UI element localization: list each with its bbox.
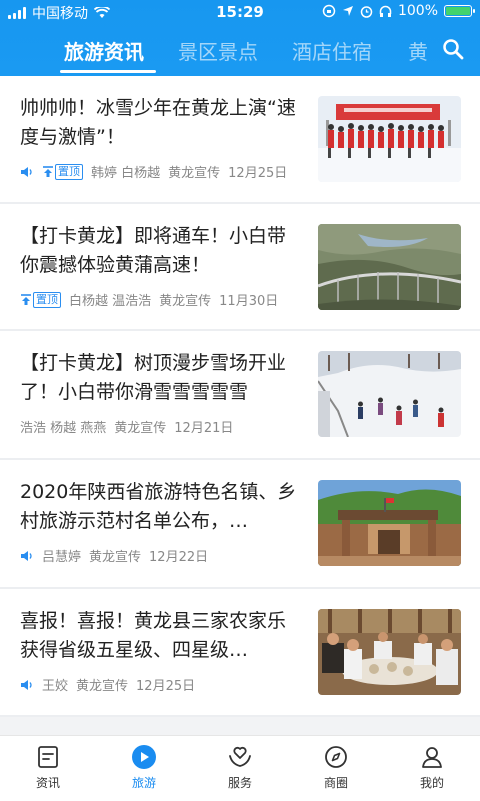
- village-gate-photo: [318, 480, 461, 566]
- article-authors: 韩婷 白杨越: [91, 166, 161, 181]
- bottom-nav: 资讯 旅游 服务 商圈 我的: [0, 735, 480, 801]
- pinned-badge: 置顶: [42, 163, 83, 180]
- nav-business-label: 商圈: [323, 776, 348, 790]
- article-item[interactable]: 【打卡黄龙】树顶漫步雪场开业了！小白带你滑雪雪雪雪雪 浩浩 杨越 燕燕 黄龙宣传…: [0, 331, 480, 460]
- article-title: 【打卡黄龙】即将通车！小白带你震撼体验黄蒲高速！: [20, 225, 287, 276]
- nav-news-label: 资讯: [35, 776, 60, 790]
- pin-arrow-icon: [21, 293, 31, 305]
- article-item[interactable]: 【打卡黄龙】即将通车！小白带你震撼体验黄蒲高速！ 置顶 白杨越 温浩浩 黄龙宣传…: [0, 204, 480, 331]
- app-header: 中国移动 15:29 100% 旅游资讯 景区景点 酒店住宿 黄: [0, 0, 480, 76]
- article-authors: 王姣: [42, 679, 69, 694]
- category-tabs: 旅游资讯 景区景点 酒店住宿 黄: [0, 30, 480, 76]
- news-icon: [38, 746, 58, 768]
- location-icon: [342, 6, 353, 16]
- nav-mine-label: 我的: [419, 776, 444, 790]
- farmhouse-dinner-photo: [318, 609, 461, 695]
- article-source: 黄龙宣传: [89, 550, 142, 565]
- battery-icon: [444, 5, 475, 17]
- pinned-badge: 置顶: [20, 291, 61, 308]
- nav-travel-label: 旅游: [131, 776, 156, 790]
- nav-service[interactable]: 服务: [200, 744, 280, 791]
- article-item[interactable]: 喜报！喜报！黄龙县三家农家乐获得省级五星级、四星级… 王姣 黄龙宣传 12月25…: [0, 589, 480, 717]
- speaker-icon: [21, 550, 32, 561]
- active-tab-indicator: [60, 70, 156, 73]
- nav-news[interactable]: 资讯: [8, 744, 88, 791]
- article-date: 12月21日: [174, 421, 234, 436]
- speaker-icon: [21, 166, 32, 177]
- article-title: 帅帅帅！冰雪少年在黄龙上演“速度与激情”！: [20, 97, 296, 148]
- article-authors: 吕慧婷: [42, 550, 82, 565]
- pinned-label: 置顶: [33, 291, 61, 308]
- snow-race-photo: [318, 96, 461, 182]
- article-list: 帅帅帅！冰雪少年在黄龙上演“速度与激情”！ 置顶 韩婷 白杨越 黄龙宣传 12月…: [0, 76, 480, 717]
- article-date: 12月25日: [136, 679, 196, 694]
- article-authors: 白杨越 温浩浩: [69, 294, 152, 309]
- heart-hands-icon: [229, 746, 251, 767]
- article-meta: 置顶 白杨越 温浩浩 黄龙宣传 11月30日: [20, 290, 278, 309]
- article-meta: 浩浩 杨越 燕燕 黄龙宣传 12月21日: [20, 417, 233, 436]
- battery-percent: 100%: [397, 3, 438, 19]
- article-source: 黄龙宣传: [159, 294, 212, 309]
- article-meta: 置顶 韩婷 白杨越 黄龙宣传 12月25日: [20, 162, 287, 181]
- article-title: 【打卡黄龙】树顶漫步雪场开业了！小白带你滑雪雪雪雪雪: [20, 352, 287, 403]
- article-authors: 浩浩 杨越 燕燕: [20, 421, 107, 436]
- article-source: 黄龙宣传: [114, 421, 167, 436]
- tab-scenic-spots[interactable]: 景区景点: [178, 36, 258, 65]
- headphones-icon: [379, 5, 392, 17]
- compass-icon: [325, 746, 347, 768]
- highway-bridge-photo: [318, 224, 461, 310]
- ski-resort-photo: [318, 351, 461, 437]
- tab-travel-news[interactable]: 旅游资讯: [64, 36, 144, 65]
- person-icon: [422, 747, 442, 768]
- play-icon: [132, 745, 156, 769]
- speaker-icon: [21, 679, 32, 690]
- nav-service-label: 服务: [227, 776, 252, 790]
- pin-arrow-icon: [43, 165, 53, 177]
- article-meta: 吕慧婷 黄龙宣传 12月22日: [20, 546, 208, 565]
- article-date: 12月25日: [228, 166, 288, 181]
- nav-travel[interactable]: 旅游: [104, 744, 184, 791]
- article-source: 黄龙宣传: [168, 166, 221, 181]
- article-title: 喜报！喜报！黄龙县三家农家乐获得省级五星级、四星级…: [20, 610, 287, 661]
- article-source: 黄龙宣传: [76, 679, 129, 694]
- nav-business[interactable]: 商圈: [296, 744, 376, 791]
- pinned-label: 置顶: [55, 163, 83, 180]
- article-date: 12月22日: [149, 550, 209, 565]
- alarm-icon: [360, 5, 373, 18]
- tab-hotels[interactable]: 酒店住宿: [292, 36, 372, 65]
- status-bar: 中国移动 15:29 100%: [0, 0, 480, 24]
- article-date: 11月30日: [219, 294, 279, 309]
- article-meta: 王姣 黄龙宣传 12月25日: [20, 675, 195, 694]
- search-icon[interactable]: [442, 38, 464, 60]
- article-title: 2020年陕西省旅游特色名镇、乡村旅游示范村名单公布，…: [20, 481, 297, 532]
- nav-mine[interactable]: 我的: [392, 744, 472, 791]
- rotation-lock-icon: [322, 4, 336, 18]
- tab-huang[interactable]: 黄: [408, 36, 428, 65]
- article-item[interactable]: 帅帅帅！冰雪少年在黄龙上演“速度与激情”！ 置顶 韩婷 白杨越 黄龙宣传 12月…: [0, 76, 480, 204]
- article-item[interactable]: 2020年陕西省旅游特色名镇、乡村旅游示范村名单公布，… 吕慧婷 黄龙宣传 12…: [0, 460, 480, 589]
